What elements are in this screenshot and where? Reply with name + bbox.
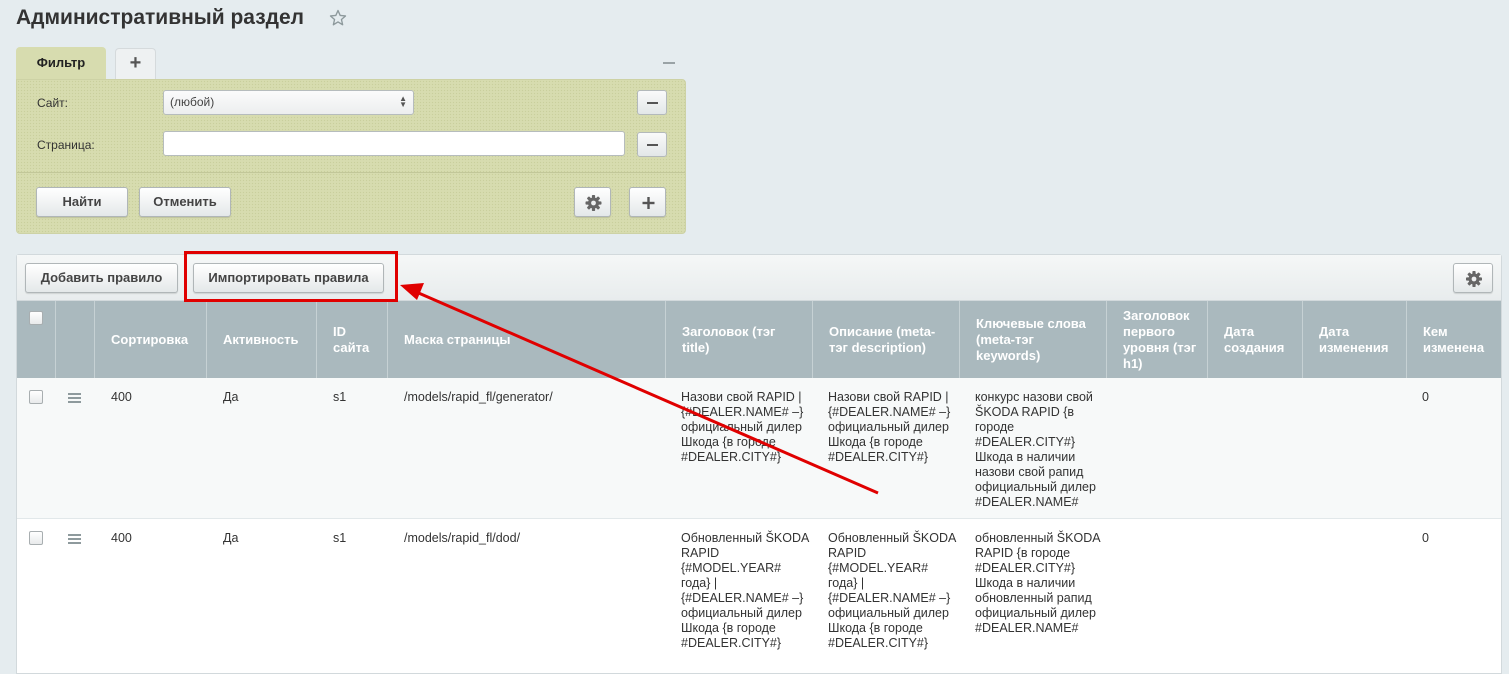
cell-site-id: s1	[333, 531, 347, 545]
filter-settings-button[interactable]	[574, 187, 611, 217]
remove-site-field-button[interactable]	[637, 90, 667, 115]
cell-keywords: обновленный ŠKODA RAPID {в городе #DEALE…	[975, 531, 1100, 635]
tab-filter[interactable]: Фильтр	[16, 47, 106, 79]
cell-site-id: s1	[333, 390, 347, 404]
remove-page-field-button[interactable]	[637, 132, 667, 157]
column-header-page-mask[interactable]: Маска страницы	[388, 301, 666, 378]
add-filter-field-button[interactable]	[629, 187, 666, 217]
cell-title: Обновленный ŠKODA RAPID {#MODEL.YEAR# го…	[681, 531, 809, 650]
select-arrows-icon: ▲ ▼	[399, 94, 407, 109]
page-label: Страница:	[37, 138, 95, 152]
cell-title: Назови свой RAPID | {#DEALER.NAME# –} оф…	[681, 390, 804, 464]
minus-icon	[647, 102, 658, 104]
column-header-keywords[interactable]: Ключевые слова (meta-тэг keywords)	[960, 301, 1107, 378]
drag-handle-icon[interactable]	[68, 534, 81, 544]
table-header: Сортировка Активность ID сайта Маска стр…	[17, 301, 1501, 378]
cell-description: Назови свой RAPID | {#DEALER.NAME# –} оф…	[828, 390, 951, 464]
cell-active: Да	[223, 531, 239, 545]
add-filter-tab-button[interactable]: +	[115, 48, 156, 79]
page-title: Административный раздел	[16, 6, 305, 29]
drag-handle-icon[interactable]	[68, 393, 81, 403]
table-row[interactable]: 400 Да s1 /models/rapid_fl/dod/ Обновлен…	[17, 519, 1501, 669]
column-header-created[interactable]: Дата создания	[1208, 301, 1303, 378]
cancel-button[interactable]: Отменить	[139, 187, 231, 217]
minus-icon	[647, 144, 658, 146]
list-settings-button[interactable]	[1453, 263, 1493, 293]
column-header-modified-by[interactable]: Кем изменена	[1407, 301, 1503, 378]
header-actions	[56, 301, 95, 378]
find-button[interactable]: Найти	[36, 187, 128, 217]
cell-modified-by: 0	[1422, 531, 1429, 545]
column-header-h1[interactable]: Заголовок первого уровня (тэг h1)	[1107, 301, 1208, 378]
filter-panel: Сайт: (любой) ▲ ▼ Страница: Найти Отменит…	[16, 79, 686, 234]
plus-icon	[642, 197, 655, 209]
select-all-checkbox[interactable]	[29, 311, 43, 325]
site-label: Сайт:	[37, 96, 69, 110]
filter-divider	[17, 172, 685, 173]
cell-modified-by: 0	[1422, 390, 1429, 404]
row-checkbox[interactable]	[29, 390, 43, 404]
cell-active: Да	[223, 390, 239, 404]
column-header-description[interactable]: Описание (meta-тэг description)	[813, 301, 960, 378]
table-row[interactable]: 400 Да s1 /models/rapid_fl/generator/ На…	[17, 378, 1501, 519]
cell-keywords: конкурс назови свой ŠKODA RAPID {в город…	[975, 390, 1096, 509]
star-icon[interactable]	[329, 9, 347, 27]
rules-list: Добавить правило Импортировать правила С…	[16, 254, 1502, 674]
gear-icon	[1466, 271, 1482, 287]
header-select-all	[17, 301, 56, 378]
column-header-modified[interactable]: Дата изменения	[1303, 301, 1407, 378]
annotation-highlight-box	[184, 251, 398, 302]
gear-icon	[585, 195, 602, 211]
page-input[interactable]	[163, 131, 625, 156]
site-select[interactable]: (любой) ▲ ▼	[163, 90, 414, 115]
filter-collapse-icon[interactable]	[663, 62, 675, 64]
add-rule-button[interactable]: Добавить правило	[25, 263, 178, 293]
cell-page-mask[interactable]: /models/rapid_fl/dod/	[404, 531, 520, 546]
cell-sort: 400	[111, 531, 132, 545]
site-select-value: (любой)	[170, 95, 215, 109]
column-header-site-id[interactable]: ID сайта	[317, 301, 388, 378]
row-checkbox[interactable]	[29, 531, 43, 545]
cell-sort: 400	[111, 390, 132, 404]
column-header-active[interactable]: Активность	[207, 301, 317, 378]
cell-description: Обновленный ŠKODA RAPID {#MODEL.YEAR# го…	[828, 531, 956, 650]
column-header-title[interactable]: Заголовок (тэг title)	[666, 301, 813, 378]
cell-page-mask[interactable]: /models/rapid_fl/generator/	[404, 390, 553, 405]
column-header-sort[interactable]: Сортировка	[95, 301, 207, 378]
